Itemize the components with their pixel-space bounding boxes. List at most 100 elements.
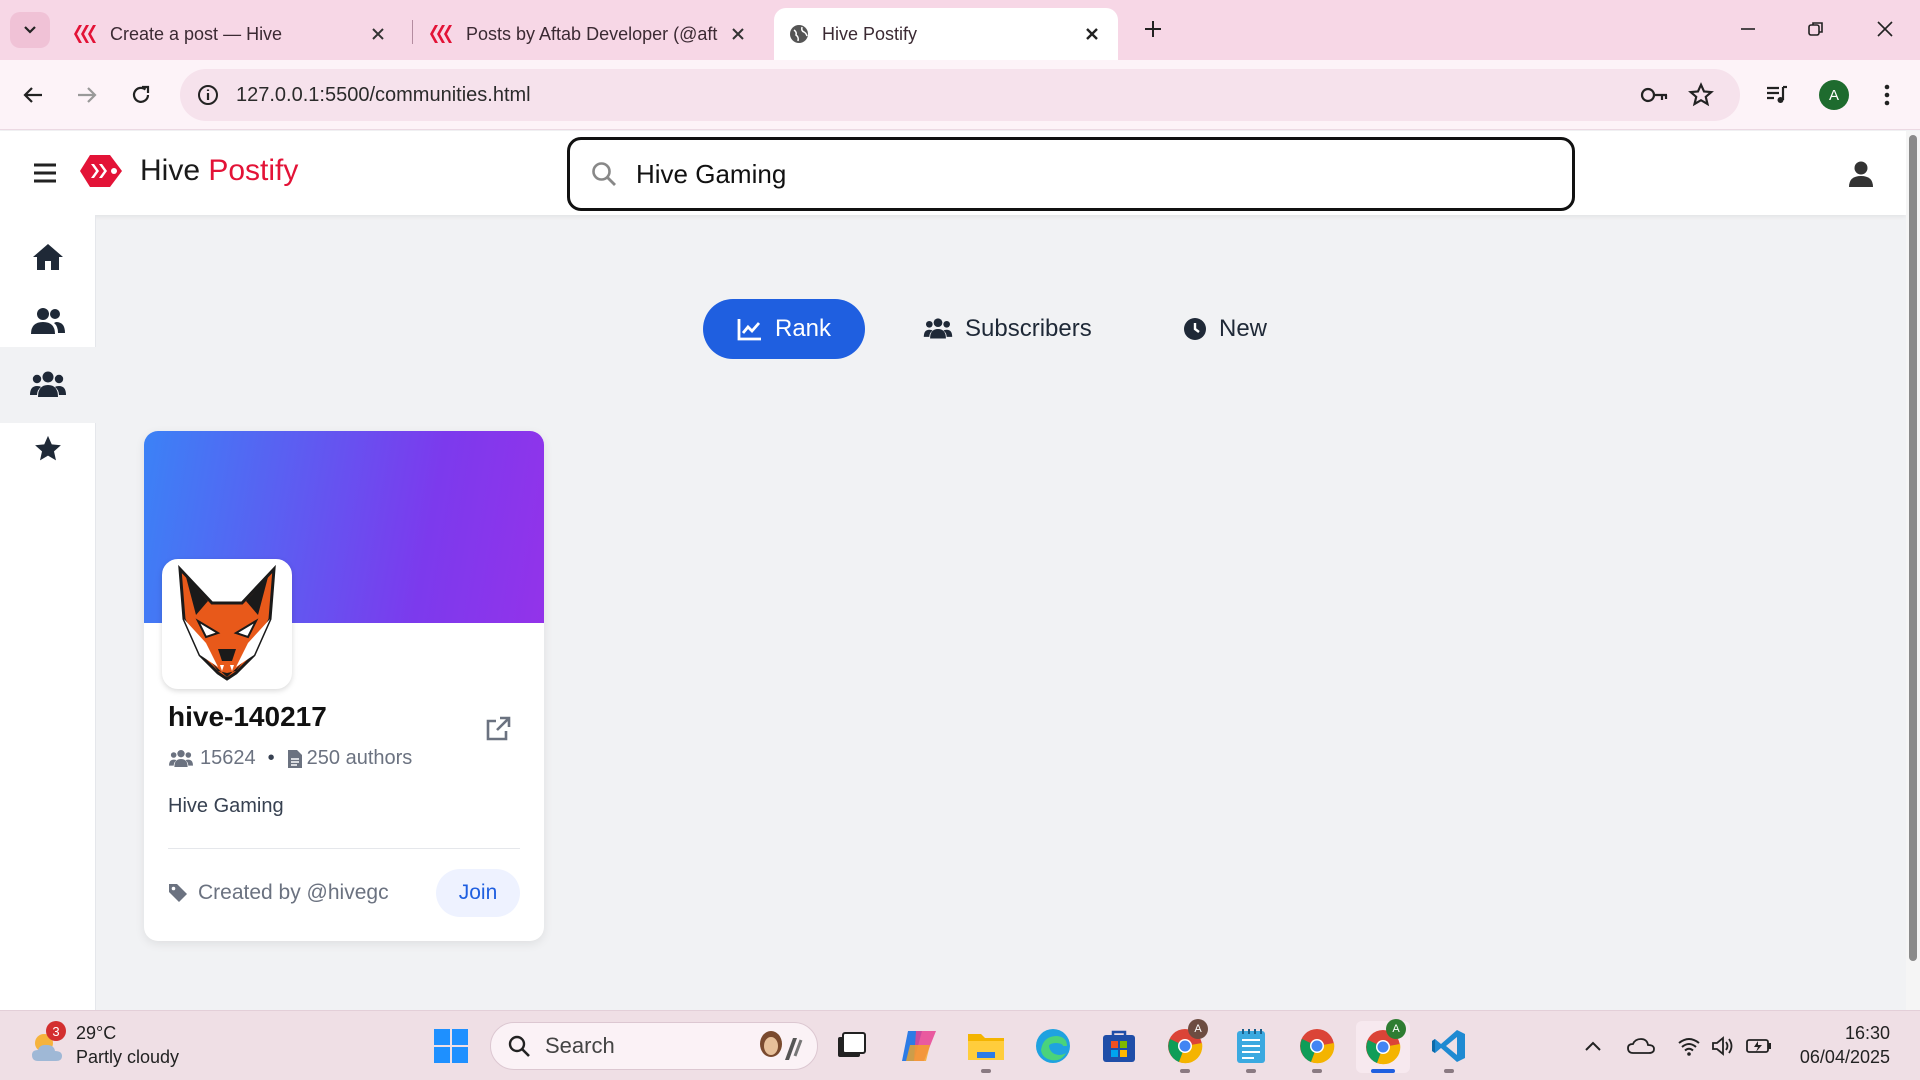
hive-logo-icon <box>74 25 96 43</box>
globe-icon <box>790 25 808 43</box>
forward-button[interactable] <box>70 78 104 112</box>
logo-main: Hive <box>140 154 201 187</box>
taskbar-notepad[interactable] <box>1230 1025 1272 1067</box>
wifi-icon <box>1678 1038 1700 1056</box>
stats-separator: • <box>267 747 275 769</box>
page-scrollbar[interactable] <box>1906 131 1920 1010</box>
sort-tab-rank[interactable]: Rank <box>703 299 866 359</box>
hive-logo-icon <box>80 155 122 187</box>
communities-main: Rank Subscribers New hive-140217 15624 •… <box>97 215 1906 1010</box>
sort-tab-label: New <box>1219 315 1268 342</box>
url-text[interactable]: 127.0.0.1:5500/communities.html <box>236 84 531 107</box>
close-icon[interactable] <box>726 22 750 46</box>
tag-icon <box>169 884 187 902</box>
community-card[interactable]: hive-140217 15624 • 250 authors Hive Gam… <box>144 431 544 941</box>
taskbar-chrome[interactable] <box>1296 1025 1338 1067</box>
community-name[interactable]: hive-140217 <box>168 701 327 733</box>
tray-wifi[interactable] <box>1674 1031 1704 1061</box>
search-highlight-icon <box>760 1031 803 1060</box>
community-search-box[interactable] <box>567 137 1575 211</box>
bookmark-star-icon[interactable] <box>1688 82 1714 108</box>
taskbar-chrome-profile-a[interactable]: A <box>1164 1019 1208 1067</box>
search-input[interactable] <box>636 158 1536 190</box>
arrow-right-icon <box>78 87 97 103</box>
active-indicator <box>1371 1069 1395 1073</box>
external-link-icon[interactable] <box>484 715 512 743</box>
sort-tab-subscribers[interactable]: Subscribers <box>889 299 1126 359</box>
user-icon[interactable] <box>1846 159 1876 189</box>
plus-icon <box>1145 21 1161 37</box>
close-icon[interactable] <box>366 22 390 46</box>
close-window-button[interactable] <box>1870 14 1900 44</box>
reload-button[interactable] <box>124 78 158 112</box>
taskbar-edge[interactable] <box>1032 1025 1074 1067</box>
arrow-left-icon <box>23 87 42 103</box>
site-info-icon[interactable] <box>196 83 220 107</box>
tab-separator <box>412 20 413 44</box>
restore-icon <box>1808 22 1823 36</box>
tray-onedrive[interactable] <box>1626 1031 1656 1061</box>
taskbar-search-label: Search <box>545 1033 615 1058</box>
new-tab-button[interactable] <box>1138 14 1168 44</box>
menu-icon[interactable] <box>32 161 58 185</box>
file-icon <box>287 749 302 768</box>
taskbar-vscode[interactable] <box>1428 1025 1470 1067</box>
taskbar-file-explorer[interactable] <box>965 1025 1007 1067</box>
users-icon <box>169 749 193 767</box>
browser-tab-create-post[interactable]: Create a post — Hive <box>58 8 404 60</box>
star-icon <box>35 435 61 461</box>
minimize-button[interactable] <box>1733 14 1763 44</box>
scrollbar-thumb[interactable] <box>1909 135 1917 961</box>
community-description: Hive Gaming <box>168 795 284 817</box>
chrome-icon <box>1300 1029 1335 1064</box>
weather-alert-badge: 3 <box>46 1021 66 1041</box>
address-bar[interactable]: 127.0.0.1:5500/communities.html <box>180 69 1740 121</box>
home-icon <box>33 244 63 270</box>
taskbar-chrome-active[interactable]: A <box>1356 1019 1410 1073</box>
tab-search-button[interactable] <box>10 12 50 48</box>
taskbar-copilot[interactable] <box>898 1025 940 1067</box>
tray-overflow-button[interactable] <box>1578 1031 1608 1061</box>
task-view-icon <box>838 1032 866 1057</box>
taskbar-search[interactable]: Search <box>490 1022 818 1070</box>
battery-charging-icon <box>1746 1039 1771 1053</box>
close-icon[interactable] <box>1080 22 1104 46</box>
folder-icon <box>968 1034 1004 1060</box>
browser-menu-button[interactable] <box>1870 78 1904 112</box>
creator-text: Created by @hivegc <box>198 881 389 904</box>
edge-icon <box>1036 1029 1070 1063</box>
clock-date: 06/04/2025 <box>1799 1047 1890 1067</box>
more-vertical-icon <box>1884 84 1890 106</box>
sort-tab-new[interactable]: New <box>1149 299 1301 359</box>
media-controls-button[interactable] <box>1760 78 1794 112</box>
join-button[interactable]: Join <box>436 869 520 917</box>
running-indicator <box>1444 1069 1454 1073</box>
password-key-icon[interactable] <box>1640 85 1670 105</box>
app-logo[interactable]: Hive Postify <box>80 153 298 189</box>
tray-volume[interactable] <box>1708 1031 1738 1061</box>
taskbar-task-view[interactable] <box>830 1025 872 1067</box>
clock-icon <box>1183 317 1207 341</box>
browser-tab-hive-postify[interactable]: Hive Postify <box>774 8 1118 60</box>
taskbar-store[interactable] <box>1098 1025 1140 1067</box>
users-icon <box>30 371 66 397</box>
copilot-icon <box>902 1031 936 1061</box>
app-header: Hive Postify <box>0 131 1906 215</box>
sidebar-item-favorites[interactable] <box>0 411 96 487</box>
app-sidebar <box>0 215 96 1010</box>
back-button[interactable] <box>16 78 50 112</box>
clock-time: 16:30 <box>1844 1023 1890 1043</box>
profile-avatar[interactable]: A <box>1819 80 1849 110</box>
community-avatar <box>162 559 292 689</box>
running-indicator <box>1180 1069 1190 1073</box>
browser-tab-posts[interactable]: Posts by Aftab Developer (@aft <box>414 8 764 60</box>
start-button[interactable] <box>430 1025 472 1067</box>
weather-widget[interactable]: 3 29°C Partly cloudy <box>28 1021 179 1069</box>
restore-button[interactable] <box>1801 14 1831 44</box>
user-group-icon <box>31 308 65 334</box>
taskbar-clock[interactable]: 16:30 06/04/2025 <box>1790 1021 1890 1069</box>
chart-line-icon <box>737 317 763 341</box>
author-count: 250 authors <box>306 747 413 769</box>
vscode-icon <box>1432 1030 1465 1062</box>
tray-battery[interactable] <box>1744 1031 1774 1061</box>
